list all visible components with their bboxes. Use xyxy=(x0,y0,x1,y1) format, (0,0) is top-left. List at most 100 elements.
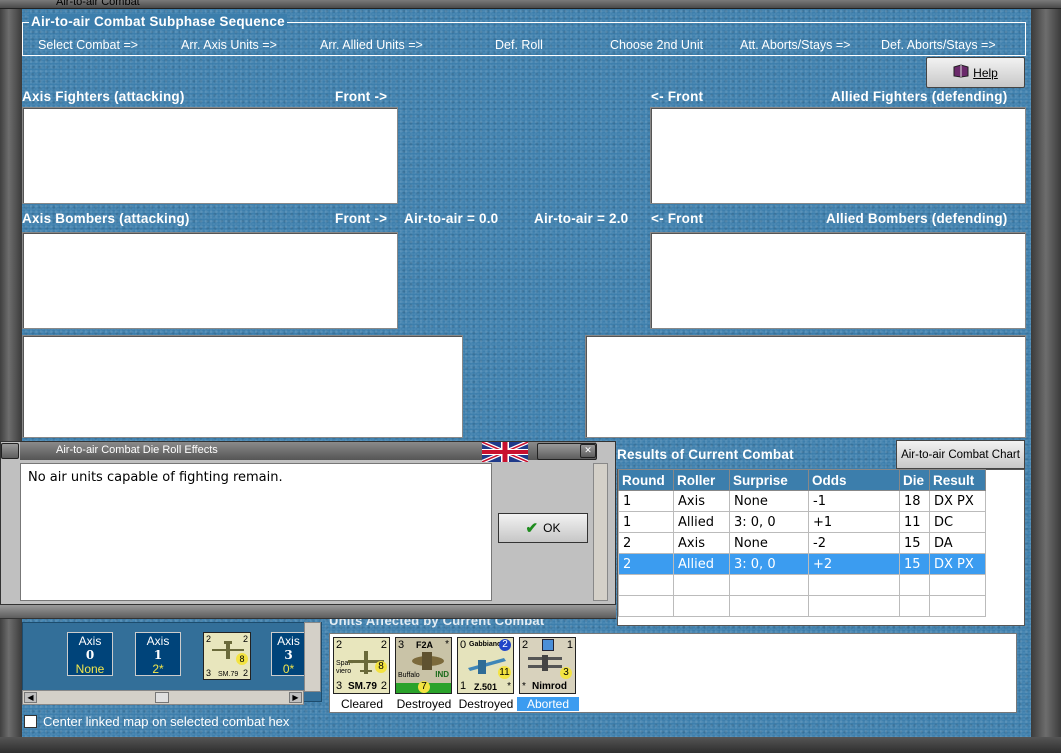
axis-bombers-box[interactable] xyxy=(22,232,398,329)
column-odds[interactable]: Odds xyxy=(808,469,900,491)
sequence-step-def-aborts: Def. Aborts/Stays => xyxy=(881,38,996,52)
table-row[interactable]: 1 Axis None -1 18 DX PX xyxy=(618,490,986,512)
affected-unit-sm79[interactable]: 2 2 Spar-viero 8 3 SM.79 2 xyxy=(333,637,390,694)
cell-roller: Allied xyxy=(673,511,730,533)
dialog-message: No air units capable of fighting remain. xyxy=(20,463,492,601)
hex-unit-sub: 2* xyxy=(152,662,164,676)
hex-unit-axis-3[interactable]: Axis 3 0* xyxy=(271,632,306,676)
affected-status-3: Aborted xyxy=(517,697,579,711)
counter-tl: 3 xyxy=(398,639,405,651)
counter-tr: 2 xyxy=(499,639,511,651)
close-icon[interactable]: ✕ xyxy=(580,444,596,458)
hex-unit-sub: None xyxy=(75,662,105,676)
axis-fighters-label: Axis Fighters (attacking) xyxy=(22,89,185,104)
window-frame-right xyxy=(1031,9,1061,753)
hex-unit-side: Axis xyxy=(277,634,300,648)
column-roller[interactable]: Roller xyxy=(673,469,730,491)
dialog-bottom-bar xyxy=(0,604,616,618)
scroll-right-icon[interactable]: ▶ xyxy=(289,692,302,703)
cell-round: 1 xyxy=(618,511,674,533)
sequence-step-arr-axis: Arr. Axis Units => xyxy=(181,38,277,52)
cell-roller: Allied xyxy=(673,553,730,575)
column-die[interactable]: Die xyxy=(899,469,930,491)
center-map-label: Center linked map on selected combat hex xyxy=(43,714,290,729)
cell-surprise: None xyxy=(729,490,809,512)
center-map-checkbox[interactable] xyxy=(24,715,37,728)
affected-unit-z501[interactable]: 0 Gabbiano 2 11 1 Z.501 * xyxy=(457,637,514,694)
cell-result: DA xyxy=(929,532,986,554)
results-table: Round Roller Surprise Odds Die Result 1 … xyxy=(618,469,986,617)
counter-tl: 0 xyxy=(460,639,467,651)
ok-label: OK xyxy=(543,521,561,535)
affected-status-0: Cleared xyxy=(340,697,384,711)
allied-air-to-air-value: Air-to-air = 2.0 xyxy=(534,211,629,226)
table-row-selected[interactable]: 2 Allied 3: 0, 0 +2 15 DX PX xyxy=(618,553,986,575)
checkmark-icon: ✔ xyxy=(525,520,539,537)
ok-button[interactable]: ✔ OK xyxy=(498,513,588,543)
column-round[interactable]: Round xyxy=(618,469,674,491)
counter-bl: 1 xyxy=(460,680,467,692)
cell-die: 15 xyxy=(899,532,930,554)
counter-name: SM.79 xyxy=(218,671,239,678)
allied-fighters-box[interactable] xyxy=(650,107,1026,204)
hex-unit-num: 3 xyxy=(284,648,293,662)
axis-info-box xyxy=(22,335,463,438)
hex-unit-counter-sm79[interactable]: 2 2 8 3 SM.79 2 xyxy=(203,632,251,680)
cell-odds: -1 xyxy=(808,490,900,512)
axis-air-to-air-value: Air-to-air = 0.0 xyxy=(404,211,499,226)
dialog-left-btn[interactable] xyxy=(1,443,19,459)
hex-unit-side: Axis xyxy=(78,634,102,648)
union-jack-flag-icon xyxy=(481,440,529,464)
counter-sub: Buffalo xyxy=(398,672,420,679)
counter-sub: Gabbiano xyxy=(469,641,502,648)
affected-unit-nimrod[interactable]: 2 1 3 * Nimrod xyxy=(519,637,576,694)
table-row[interactable]: 2 Axis None -2 15 DA xyxy=(618,532,986,554)
cell-die: 18 xyxy=(899,490,930,512)
cell-roller: Axis xyxy=(673,532,730,554)
scroll-left-icon[interactable]: ◀ xyxy=(24,692,37,703)
counter-tl: 2 xyxy=(336,639,343,651)
center-map-option[interactable]: Center linked map on selected combat hex xyxy=(24,714,289,729)
counter-name: F2A xyxy=(416,640,434,650)
results-title: Results of Current Combat xyxy=(617,447,794,462)
scroll-thumb[interactable] xyxy=(155,692,169,703)
hex-units-vscroll[interactable] xyxy=(304,622,321,692)
cell-result: DX PX xyxy=(929,490,986,512)
counter-tr: 1 xyxy=(566,639,573,651)
counter-tag: IND xyxy=(435,670,449,679)
air-to-air-chart-button[interactable]: Air-to-air Combat Chart xyxy=(896,440,1025,469)
axis-fighters-box[interactable] xyxy=(22,107,398,204)
help-button[interactable]: Help xyxy=(926,57,1025,88)
cell-result: DX PX xyxy=(929,553,986,575)
counter-tr: * xyxy=(445,639,449,650)
affected-unit-f2a[interactable]: 3 F2A * Buffalo IND 7 xyxy=(395,637,452,694)
roundel-square-icon xyxy=(542,639,554,651)
axis-bombers-label: Axis Bombers (attacking) xyxy=(22,211,190,226)
counter-tl: 2 xyxy=(522,639,529,651)
cell-round: 1 xyxy=(618,490,674,512)
column-result[interactable]: Result xyxy=(929,469,986,491)
window-title: Air-to-air Combat xyxy=(56,0,140,8)
dialog-title: Air-to-air Combat Die Roll Effects xyxy=(56,444,218,456)
cell-round: 2 xyxy=(618,532,674,554)
allied-bombers-box[interactable] xyxy=(650,232,1026,329)
hex-units-scrollbar[interactable]: ◀ ▶ xyxy=(22,690,304,705)
sequence-step-def-roll: Def. Roll xyxy=(495,38,543,52)
sequence-step-arr-allied: Arr. Allied Units => xyxy=(320,38,423,52)
window-title-bar: Air-to-air Combat xyxy=(0,0,1061,9)
cell-surprise: None xyxy=(729,532,809,554)
cell-odds: +1 xyxy=(808,511,900,533)
cell-die: 11 xyxy=(899,511,930,533)
dialog-vscroll[interactable] xyxy=(593,463,608,601)
counter-br: 2 xyxy=(380,680,387,692)
window-frame-left xyxy=(0,9,22,753)
counter-name: Nimrod xyxy=(532,681,567,692)
cell-surprise: 3: 0, 0 xyxy=(729,553,809,575)
counter-br: 2 xyxy=(242,668,248,678)
hex-unit-axis-1[interactable]: Axis 1 2* xyxy=(135,632,181,676)
hex-unit-axis-0[interactable]: Axis 0 None xyxy=(67,632,113,676)
table-row[interactable]: 1 Allied 3: 0, 0 +1 11 DC xyxy=(618,511,986,533)
allied-bombers-label: Allied Bombers (defending) xyxy=(826,211,1008,226)
hex-unit-num: 0 xyxy=(85,648,95,662)
column-surprise[interactable]: Surprise xyxy=(729,469,809,491)
